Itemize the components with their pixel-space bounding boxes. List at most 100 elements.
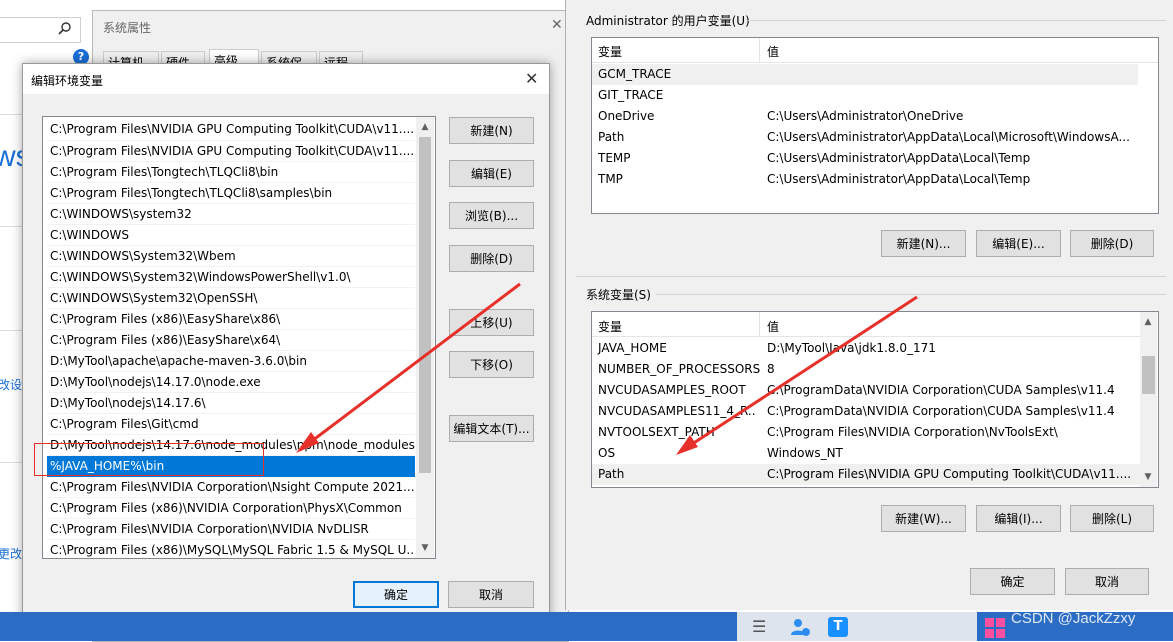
path-list[interactable]: C:\Program Files\NVIDIA GPU Computing To…	[42, 116, 436, 559]
column-header-value[interactable]: 值	[767, 318, 779, 335]
taskbar-fragment: ☰ T	[0, 612, 1173, 641]
table-row[interactable]: NVTOOLSEXT_PATH C:\Program Files\NVIDIA …	[592, 422, 1140, 443]
user-new-button[interactable]: 新建(N)...	[881, 230, 966, 257]
edit-text-button[interactable]: 编辑文本(T)...	[449, 415, 534, 442]
delete-button[interactable]: 删除(D)	[449, 245, 534, 272]
list-item[interactable]: C:\Program Files\Tongtech\TLQCli8\sample…	[47, 183, 415, 204]
table-row[interactable]: GIT_TRACE	[592, 85, 1158, 106]
list-item[interactable]: C:\Program Files\NVIDIA GPU Computing To…	[47, 119, 415, 141]
table-row[interactable]: Path C:\Users\Administrator\AppData\Loca…	[592, 127, 1158, 148]
table-row[interactable]: OneDrive C:\Users\Administrator\OneDrive	[592, 106, 1158, 127]
var-value: C:\Users\Administrator\AppData\Local\Mic…	[767, 130, 1130, 144]
var-name: TEMP	[598, 151, 631, 165]
table-row-selected[interactable]: Path C:\Program Files\NVIDIA GPU Computi…	[592, 464, 1140, 485]
var-value: C:\Program Files\NVIDIA GPU Computing To…	[767, 467, 1132, 481]
vertical-scrollbar[interactable]: ▲ ▼	[416, 117, 434, 558]
table-row[interactable]: GCM_TRACE	[592, 64, 1138, 85]
env-ok-button[interactable]: 确定	[970, 568, 1055, 595]
table-row[interactable]: NVCUDASAMPLES_ROOT C:\ProgramData\NVIDIA…	[592, 380, 1140, 401]
column-divider	[759, 38, 760, 62]
column-divider	[759, 312, 760, 336]
var-name: NVTOOLSEXT_PATH	[598, 425, 715, 439]
list-item[interactable]: C:\WINDOWS\System32\Wbem	[47, 246, 415, 267]
ok-button[interactable]: 确定	[353, 581, 439, 608]
cancel-button[interactable]: 取消	[448, 581, 534, 608]
scroll-up-icon[interactable]: ▲	[417, 119, 433, 135]
list-header: 变量 值	[592, 312, 1140, 337]
app-icon[interactable]: T	[828, 617, 848, 637]
menu-icon[interactable]: ☰	[752, 619, 772, 635]
var-name: JAVA_HOME	[598, 341, 667, 355]
search-icon[interactable]	[58, 21, 72, 35]
list-item[interactable]: C:\Program Files (x86)\EasyShare\x86\	[47, 309, 415, 330]
var-value: C:\ProgramData\NVIDIA Corporation\CUDA S…	[767, 383, 1115, 397]
scroll-down-icon[interactable]: ▼	[417, 540, 433, 556]
annotation-highlight-box	[34, 443, 264, 476]
user-edit-button[interactable]: 编辑(E)...	[976, 230, 1061, 257]
list-item[interactable]: C:\WINDOWS\system32	[47, 204, 415, 225]
list-item[interactable]: C:\Program Files\Git\cmd	[47, 414, 415, 435]
list-item[interactable]: C:\Program Files (x86)\NVIDIA Corporatio…	[47, 498, 415, 519]
vertical-scrollbar[interactable]: ▲ ▼	[1140, 312, 1157, 487]
edit-button[interactable]: 编辑(E)	[449, 160, 534, 187]
column-header-name[interactable]: 变量	[598, 43, 622, 60]
close-icon[interactable]: ✕	[525, 69, 538, 88]
var-value: C:\Program Files\NVIDIA Corporation\NvTo…	[767, 425, 1058, 439]
system-vars-rows: JAVA_HOME D:\MyTool\Java\jdk1.8.0_171 NU…	[592, 338, 1140, 487]
move-down-button[interactable]: 下移(O)	[449, 351, 534, 378]
list-header: 变量 值	[592, 38, 1158, 63]
table-row[interactable]: TEMP C:\Users\Administrator\AppData\Loca…	[592, 148, 1158, 169]
settings-search-box[interactable]	[0, 17, 81, 43]
column-header-name[interactable]: 变量	[598, 318, 622, 335]
list-item[interactable]: C:\Program Files\NVIDIA Corporation\Nsig…	[47, 477, 415, 498]
user-delete-button[interactable]: 删除(D)	[1070, 230, 1154, 257]
list-item[interactable]: D:\MyTool\apache\apache-maven-3.6.0\bin	[47, 351, 415, 372]
table-row[interactable]: TMP C:\Users\Administrator\AppData\Local…	[592, 169, 1158, 190]
group-line	[748, 20, 1166, 21]
list-item[interactable]: C:\WINDOWS	[47, 225, 415, 246]
env-cancel-button[interactable]: 取消	[1065, 568, 1149, 595]
var-name: NUMBER_OF_PROCESSORS	[598, 362, 761, 376]
list-item[interactable]: C:\Program Files\NVIDIA Corporation\NVID…	[47, 519, 415, 540]
var-name: OS	[598, 446, 616, 460]
table-row[interactable]: OS Windows_NT	[592, 443, 1140, 464]
scroll-up-icon[interactable]: ▲	[1140, 314, 1156, 330]
system-delete-button[interactable]: 删除(L)	[1070, 505, 1154, 532]
list-item[interactable]: D:\MyTool\nodejs\14.17.6\	[47, 393, 415, 414]
user-vars-list[interactable]: 变量 值 GCM_TRACE GIT_TRACE OneDrive C:\Use…	[591, 37, 1159, 214]
list-item[interactable]: D:\MyTool\nodejs\14.17.0\node.exe	[47, 372, 415, 393]
scrollbar-thumb[interactable]	[419, 137, 431, 473]
list-item[interactable]: C:\Program Files (x86)\MySQL\MySQL Fabri…	[47, 540, 415, 558]
add-user-icon[interactable]	[790, 617, 810, 637]
var-name: GIT_TRACE	[598, 88, 664, 102]
partial-link[interactable]: 更改	[0, 545, 22, 562]
list-item[interactable]: C:\WINDOWS\System32\WindowsPowerShell\v1…	[47, 267, 415, 288]
var-value: D:\MyTool\Java\jdk1.8.0_171	[767, 341, 936, 355]
move-up-button[interactable]: 上移(U)	[449, 309, 534, 336]
var-name: OneDrive	[598, 109, 655, 123]
grid-app-icon[interactable]	[985, 618, 1005, 638]
list-item[interactable]: C:\Program Files (x86)\EasyShare\x64\	[47, 330, 415, 351]
new-button[interactable]: 新建(N)	[449, 117, 534, 144]
system-vars-list[interactable]: 变量 值 JAVA_HOME D:\MyTool\Java\jdk1.8.0_1…	[591, 311, 1159, 488]
user-vars-group-label: Administrator 的用户变量(U)	[586, 14, 750, 28]
scroll-down-icon[interactable]: ▼	[1140, 469, 1156, 485]
divider	[0, 226, 22, 227]
column-header-value[interactable]: 值	[767, 43, 779, 60]
var-value: C:\Users\Administrator\AppData\Local\Tem…	[767, 151, 1031, 165]
group-line	[576, 276, 1166, 277]
scrollbar-thumb[interactable]	[1142, 356, 1155, 394]
list-item[interactable]: C:\WINDOWS\System32\OpenSSH\	[47, 288, 415, 309]
divider	[0, 462, 22, 463]
group-line	[656, 294, 1166, 295]
close-icon[interactable]: ✕	[551, 17, 563, 33]
var-name: Path	[598, 467, 625, 481]
system-new-button[interactable]: 新建(W)...	[881, 505, 966, 532]
list-item[interactable]: C:\Program Files\Tongtech\TLQCli8\bin	[47, 162, 415, 183]
table-row[interactable]: NVCUDASAMPLES11_4_R... C:\ProgramData\NV…	[592, 401, 1140, 422]
system-edit-button[interactable]: 编辑(I)...	[976, 505, 1061, 532]
table-row[interactable]: JAVA_HOME D:\MyTool\Java\jdk1.8.0_171	[592, 338, 1140, 359]
browse-button[interactable]: 浏览(B)...	[449, 202, 534, 229]
table-row[interactable]: NUMBER_OF_PROCESSORS 8	[592, 359, 1140, 380]
list-item[interactable]: C:\Program Files\NVIDIA GPU Computing To…	[47, 141, 415, 162]
